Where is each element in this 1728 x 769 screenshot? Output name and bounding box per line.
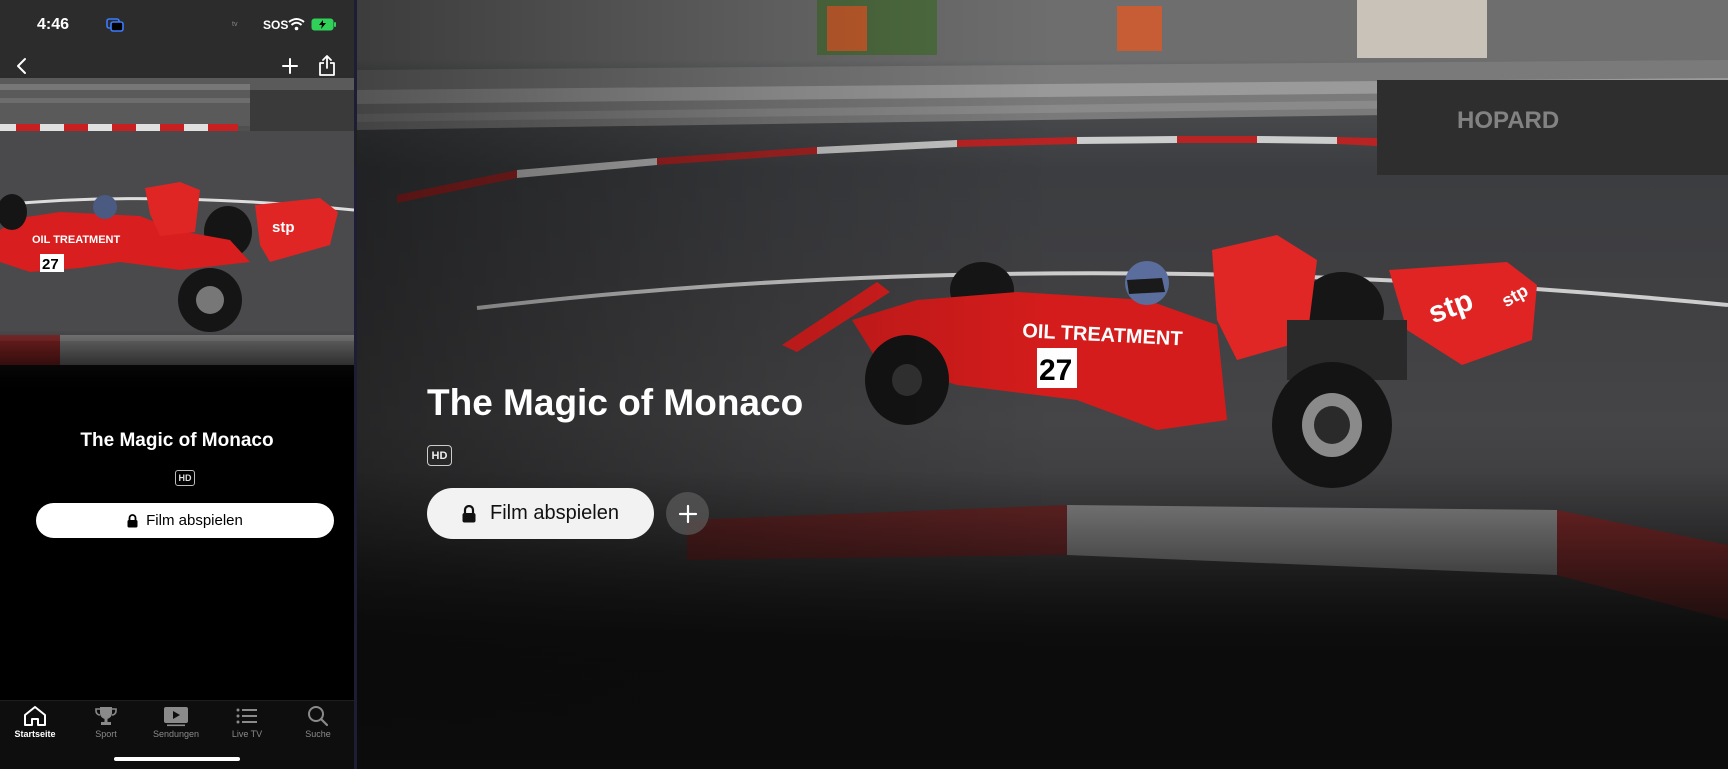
play-movie-button[interactable]: Film abspielen — [36, 503, 334, 538]
phone-nav-bar — [0, 52, 354, 82]
add-to-list-button[interactable] — [666, 492, 709, 535]
play-movie-button[interactable]: Film abspielen — [427, 488, 654, 539]
lock-icon — [462, 504, 476, 522]
plus-icon — [282, 58, 298, 74]
tab-startseite[interactable]: Startseite — [0, 705, 70, 739]
tab-label: Sport — [95, 729, 117, 739]
screen-mirror-icon — [106, 18, 124, 32]
tab-label: Live TV — [231, 729, 263, 739]
add-to-list-button[interactable] — [276, 52, 304, 80]
svg-text:HOPARD: HOPARD — [1457, 107, 1559, 134]
tab-label: Sendungen — [152, 729, 200, 739]
tab-sendungen[interactable]: Sendungen — [141, 705, 211, 739]
home-icon — [24, 706, 46, 726]
phone-title: The Magic of Monaco — [80, 430, 274, 451]
status-sos: SOS — [263, 18, 289, 32]
search-icon — [308, 706, 329, 727]
home-indicator[interactable] — [114, 757, 240, 761]
chevron-left-icon — [17, 58, 26, 74]
hd-badge: HD — [175, 470, 195, 486]
lock-icon — [127, 513, 138, 527]
main-panel: HOPARD stp OIL TREATMENT stp The Magic o… — [357, 0, 1728, 769]
share-button[interactable] — [313, 52, 341, 80]
plus-icon — [678, 504, 697, 523]
list-icon — [236, 708, 257, 724]
share-icon — [319, 55, 335, 76]
status-tv-label: tv — [232, 21, 238, 28]
status-time: 4:46 — [37, 16, 70, 33]
play-button-label: Film abspielen — [146, 512, 243, 529]
movie-title: The Magic of Monaco — [427, 382, 804, 423]
tab-sport[interactable]: Sport — [71, 705, 141, 739]
svg-text:OIL TREATMENT: OIL TREATMENT — [32, 234, 120, 246]
tab-suche[interactable]: Suche — [283, 705, 353, 739]
wifi-icon — [288, 18, 305, 31]
back-button[interactable] — [8, 52, 36, 80]
play-icon — [164, 707, 188, 727]
trophy-icon — [95, 707, 117, 725]
tab-label: Suche — [305, 729, 331, 739]
hd-badge: HD — [427, 445, 452, 466]
phone-panel: stp 27 OIL TREATMENT 4:46 tv SOS The Mag… — [0, 0, 354, 769]
svg-text:stp: stp — [272, 219, 295, 236]
status-bar: 4:46 tv SOS — [0, 0, 354, 50]
play-button-label: Film abspielen — [490, 502, 619, 524]
svg-text:27: 27 — [42, 256, 59, 273]
tab-live-tv[interactable]: Live TV — [212, 705, 282, 739]
battery-icon — [311, 18, 336, 31]
tab-label: Startseite — [14, 729, 56, 739]
